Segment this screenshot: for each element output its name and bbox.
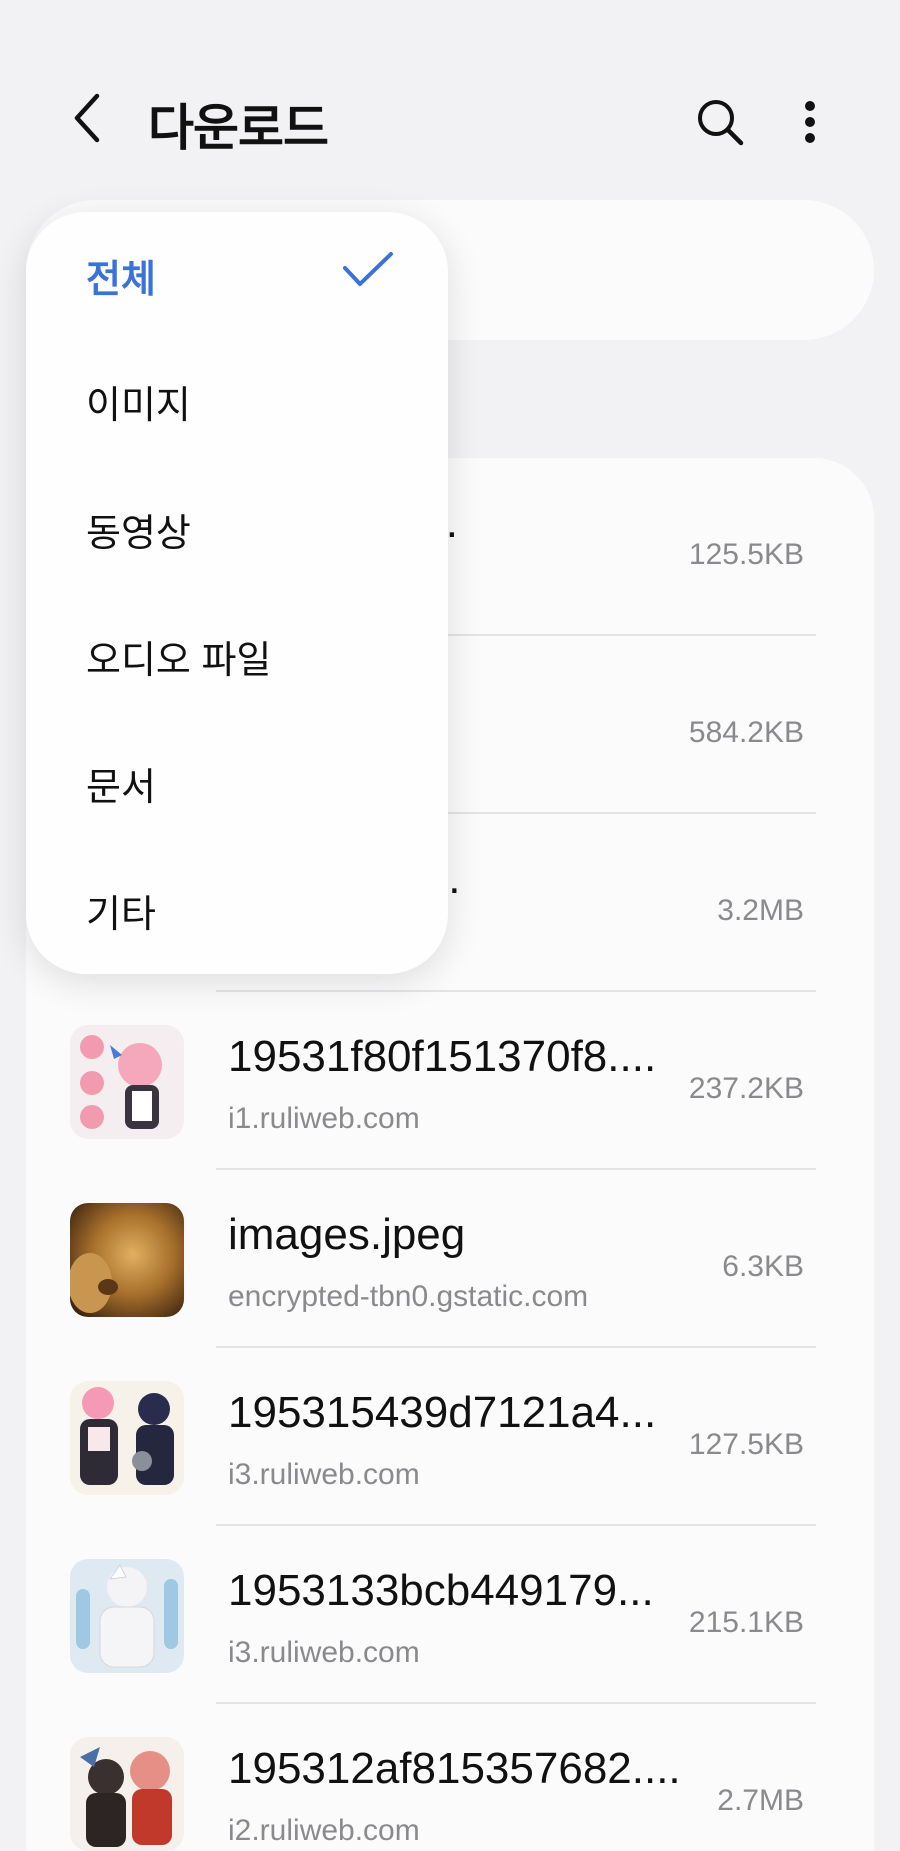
file-host: i2.ruliweb.com <box>228 1814 420 1847</box>
file-thumbnail <box>70 1381 184 1495</box>
search-button[interactable] <box>690 92 750 152</box>
menu-item-label: 문서 <box>86 766 156 809</box>
menu-item-all[interactable]: 전체 <box>26 212 448 338</box>
list-item[interactable]: 195312af815357682.... i2.ruliweb.com 2.7… <box>26 1704 874 1851</box>
file-name: 1953133bcb449179... <box>228 1566 654 1615</box>
file-size: 6.3KB <box>722 1250 804 1283</box>
file-size: 584.2KB <box>688 716 804 749</box>
list-item[interactable]: images.jpeg encrypted-tbn0.gstatic.com 6… <box>26 1170 874 1348</box>
file-host: i1.ruliweb.com <box>228 1102 420 1135</box>
downloads-screen: 다운로드 541371ce... 125.5KB e3 <box>0 0 900 1851</box>
file-size: 215.1KB <box>688 1606 804 1639</box>
file-host: i3.ruliweb.com <box>228 1458 420 1491</box>
menu-item-label: 기타 <box>86 893 156 936</box>
file-size: 3.2MB <box>717 894 804 927</box>
file-host: encrypted-tbn0.gstatic.com <box>228 1280 589 1313</box>
file-size: 237.2KB <box>688 1072 804 1105</box>
file-name: 195315439d7121a4... <box>228 1388 657 1437</box>
back-button[interactable] <box>62 92 114 144</box>
menu-item-documents[interactable]: 문서 <box>26 720 448 846</box>
file-thumbnail <box>70 1025 184 1139</box>
file-name: 19531f80f151370f8.... <box>228 1032 657 1081</box>
list-item[interactable]: 1953133bcb449179... i3.ruliweb.com 215.1… <box>26 1526 874 1704</box>
file-name: images.jpeg <box>228 1210 466 1259</box>
more-vertical-icon <box>805 101 815 143</box>
file-host: i3.ruliweb.com <box>228 1636 420 1669</box>
menu-item-label: 이미지 <box>86 384 191 427</box>
list-item[interactable]: 195315439d7121a4... i3.ruliweb.com 127.5… <box>26 1348 874 1526</box>
menu-item-label: 동영상 <box>86 512 191 555</box>
file-thumbnail <box>70 1737 184 1851</box>
file-thumbnail <box>70 1559 184 1673</box>
file-size: 2.7MB <box>717 1784 804 1817</box>
menu-item-videos[interactable]: 동영상 <box>26 466 448 592</box>
file-thumbnail <box>70 1203 184 1317</box>
checkmark-icon <box>343 252 393 286</box>
menu-item-audio[interactable]: 오디오 파일 <box>26 593 448 719</box>
page-title: 다운로드 <box>148 100 329 156</box>
chevron-left-icon <box>74 93 100 143</box>
menu-item-images[interactable]: 이미지 <box>26 338 448 464</box>
search-icon <box>698 100 744 146</box>
file-size: 125.5KB <box>688 538 804 571</box>
file-name: 195312af815357682.... <box>228 1744 681 1793</box>
file-size: 127.5KB <box>688 1428 804 1461</box>
more-options-button[interactable] <box>790 92 830 152</box>
filter-dropdown-menu: 전체 이미지 동영상 오디오 파일 문서 기타 <box>26 212 448 974</box>
menu-item-label: 오디오 파일 <box>86 639 272 682</box>
list-item[interactable]: 19531f80f151370f8.... i1.ruliweb.com 237… <box>26 992 874 1170</box>
menu-item-label: 전체 <box>86 258 156 301</box>
menu-item-other[interactable]: 기타 <box>26 847 448 973</box>
